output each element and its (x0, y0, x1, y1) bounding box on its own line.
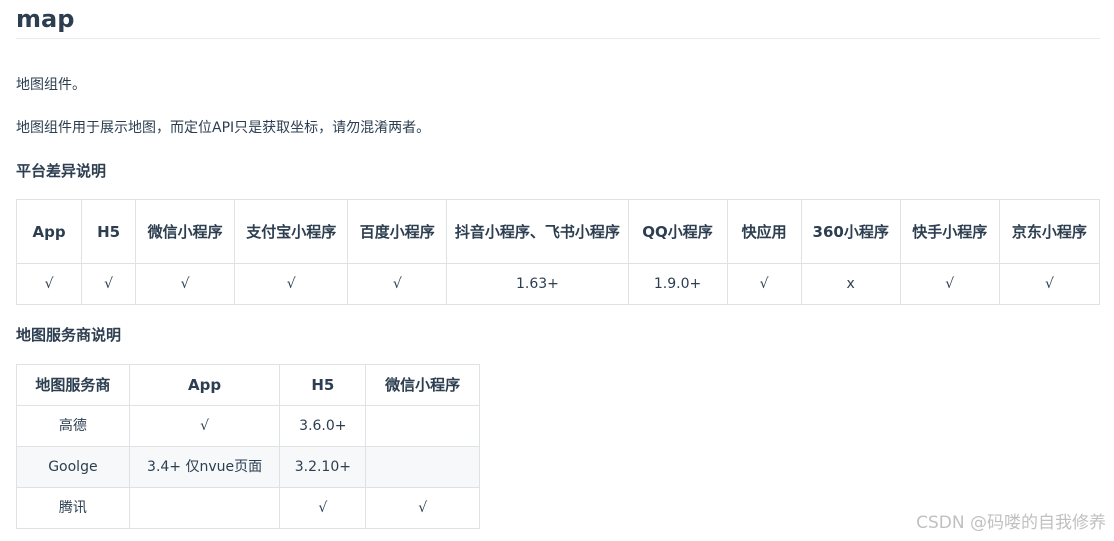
table-cell: 3.4+ 仅nvue页面 (128, 446, 281, 488)
header-cell: 360小程序 (800, 199, 901, 264)
provider-header-row: 地图服务商 App H5 微信小程序 (16, 364, 480, 406)
table-cell: 3.2.10+ (279, 446, 367, 488)
table-cell: 1.9.0+ (627, 263, 728, 305)
table-cell (365, 405, 480, 447)
table-cell (128, 487, 281, 529)
table-cell: Goolge (16, 446, 130, 488)
header-cell: H5 (279, 364, 367, 406)
table-cell: √ (899, 263, 1000, 305)
table-cell: 3.6.0+ (279, 405, 367, 447)
header-cell: 百度小程序 (347, 199, 448, 264)
table-cell (365, 446, 480, 488)
table-cell: √ (128, 405, 281, 447)
table-cell: √ (234, 263, 349, 305)
page-title: map (16, 0, 1100, 39)
table-cell: 高德 (16, 405, 130, 447)
table-row: 高德 √ 3.6.0+ (16, 405, 480, 447)
table-cell: 1.63+ (446, 263, 629, 305)
platform-header-row: App H5 微信小程序 支付宝小程序 百度小程序 抖音小程序、飞书小程序 QQ… (15, 199, 1101, 264)
header-cell: QQ小程序 (627, 199, 728, 264)
table-cell: √ (347, 263, 448, 305)
doc-page: map 地图组件。 地图组件用于展示地图，而定位API只是获取坐标，请勿混淆两者… (15, 0, 1101, 529)
table-cell: √ (279, 487, 367, 529)
table-row: Goolge 3.4+ 仅nvue页面 3.2.10+ (16, 446, 480, 488)
description-text: 地图组件用于展示地图，而定位API只是获取坐标，请勿混淆两者。 (16, 120, 431, 136)
header-cell: App (15, 199, 83, 264)
header-cell: 微信小程序 (365, 364, 480, 406)
table-cell: √ (135, 263, 236, 305)
table-cell: √ (81, 263, 137, 305)
table-cell: √ (726, 263, 802, 305)
table-cell: √ (998, 263, 1101, 305)
header-cell: 抖音小程序、飞书小程序 (446, 199, 629, 264)
provider-table: 地图服务商 App H5 微信小程序 高德 √ 3.6.0+ Goolge 3.… (16, 364, 480, 529)
header-cell: 快应用 (726, 199, 802, 264)
table-row: 腾讯 √ √ (16, 487, 480, 529)
table-cell: √ (365, 487, 480, 529)
platform-heading: 平台差异说明 (16, 162, 107, 180)
intro-text: 地图组件。 (16, 77, 86, 93)
header-cell: 支付宝小程序 (234, 199, 349, 264)
csdn-watermark: CSDN @码喽的自我修养 (916, 513, 1106, 533)
platform-table: App H5 微信小程序 支付宝小程序 百度小程序 抖音小程序、飞书小程序 QQ… (15, 199, 1101, 305)
table-cell: x (800, 263, 901, 305)
header-cell: 京东小程序 (998, 199, 1101, 264)
table-row: √ √ √ √ √ 1.63+ 1.9.0+ √ x √ √ (15, 263, 1101, 305)
header-cell: 快手小程序 (899, 199, 1000, 264)
table-cell: 腾讯 (16, 487, 130, 529)
table-cell: √ (15, 263, 83, 305)
header-cell: 微信小程序 (135, 199, 236, 264)
header-cell: H5 (81, 199, 137, 264)
header-cell: 地图服务商 (16, 364, 130, 406)
provider-heading: 地图服务商说明 (16, 326, 122, 344)
header-cell: App (128, 364, 281, 406)
